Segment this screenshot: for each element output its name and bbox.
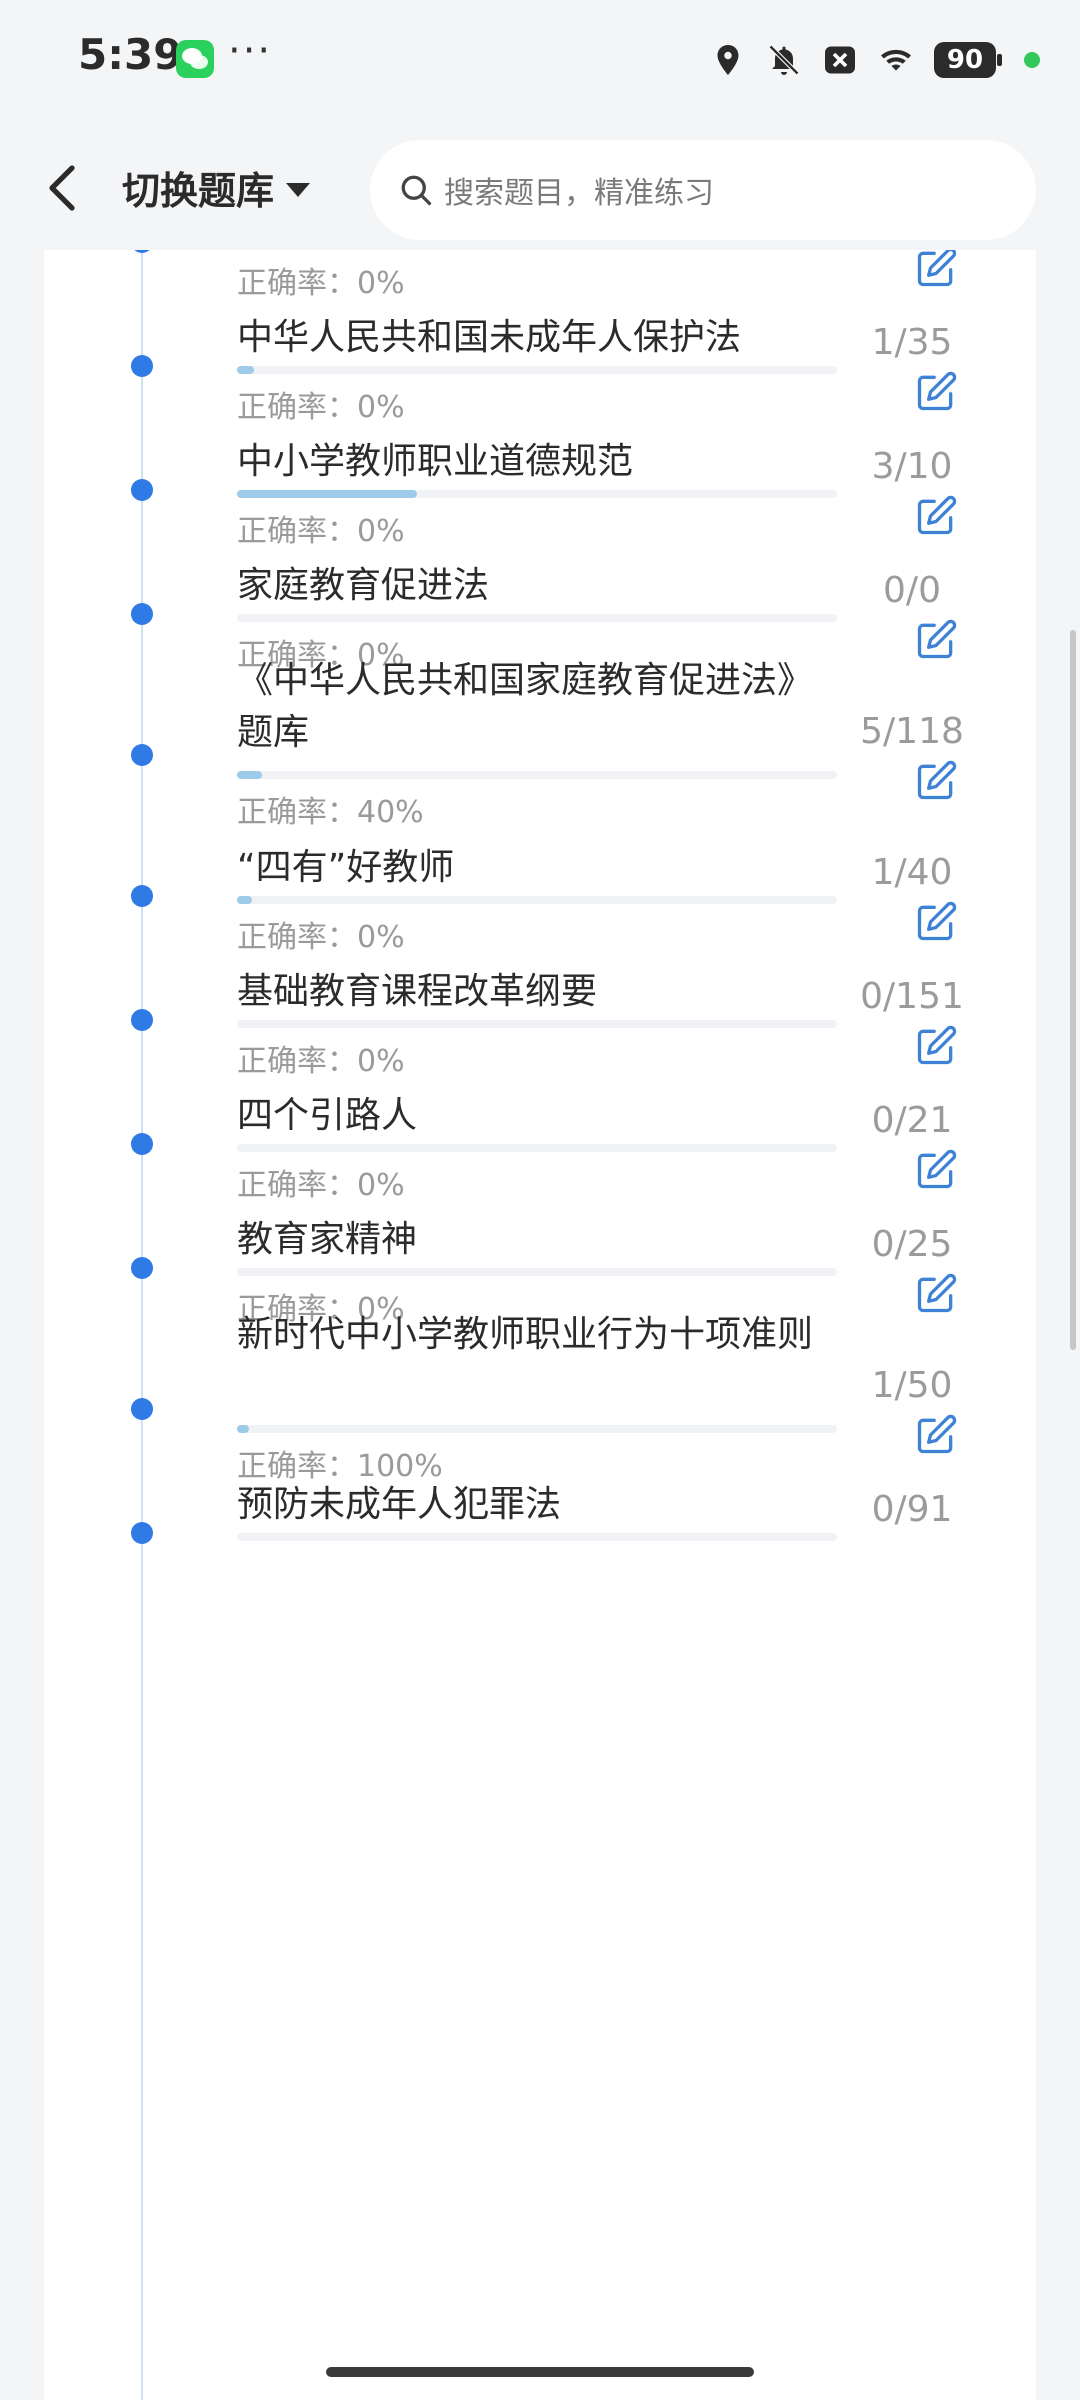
progress-track [237,896,837,904]
accuracy-rate: 正确率：0% [237,514,405,549]
chapter-title[interactable]: 基础教育课程改革纲要 [237,966,837,1018]
timeline-dot [131,1133,153,1155]
question-count: 0/21 [871,1100,953,1141]
chapter-list: 中华人民共和国教师法正确率：0%4/45中华人民共和国未成年人保护法正确率：0%… [44,250,1036,2400]
question-count: 0/151 [860,976,964,1017]
chapter-title[interactable]: 中华人民共和国未成年人保护法 [237,312,837,364]
progress-fill [237,366,255,374]
caret-down-icon [286,182,311,197]
mute-bell-icon [768,44,800,76]
progress-fill [237,1425,249,1433]
practice-edit-icon[interactable] [914,1272,958,1316]
practice-edit-icon[interactable] [914,618,958,662]
timeline-line [141,250,143,2400]
timeline-dot [131,1009,153,1031]
timeline-dot [131,885,153,907]
close-box-icon [825,46,855,74]
question-count: 1/35 [871,322,953,363]
progress-track [237,490,837,498]
practice-edit-icon[interactable] [914,370,958,414]
chapter-title[interactable]: 新时代中小学教师职业行为十项准则 [237,1309,837,1361]
practice-edit-icon[interactable] [914,1413,958,1457]
practice-edit-icon[interactable] [914,250,958,290]
timeline-dot [131,250,153,253]
home-indicator[interactable] [326,2367,754,2377]
chapter-title[interactable]: 中小学教师职业道德规范 [237,436,837,488]
more-notifications-icon: ··· [228,28,273,74]
practice-edit-icon[interactable] [914,1148,958,1192]
status-bar: 5:39 ··· 90 [0,0,1080,120]
timeline-dot [131,1522,153,1544]
chapter-title[interactable]: 家庭教育促进法 [237,560,837,612]
back-icon[interactable] [40,158,88,218]
practice-edit-icon[interactable] [914,900,958,944]
chapter-title[interactable]: 四个引路人 [237,1090,837,1142]
wechat-icon [176,40,214,78]
location-icon [717,45,739,75]
chapter-title[interactable]: 教育家精神 [237,1214,837,1266]
timeline-dot [131,355,153,377]
progress-track [237,1144,837,1152]
status-icons: 90 [710,36,1040,84]
progress-track [237,1533,837,1541]
question-count: 0/91 [871,1489,953,1530]
chapter-title[interactable]: 预防未成年人犯罪法 [237,1479,837,1531]
timeline-dot [131,744,153,766]
progress-track [237,1020,837,1028]
practice-edit-icon[interactable] [914,759,958,803]
question-count: 3/10 [871,446,953,487]
accuracy-rate: 正确率：0% [237,390,405,425]
accuracy-rate: 正确率：0% [237,1168,405,1203]
timeline-dot [131,479,153,501]
practice-edit-icon[interactable] [914,494,958,538]
progress-track [237,1268,837,1276]
switch-question-bank-button[interactable]: 切换题库 [122,160,311,215]
scrollbar[interactable] [1070,630,1076,1350]
search-placeholder: 搜索题目，精准练习 [444,176,714,211]
search-input[interactable]: 搜索题目，精准练习 [370,140,1036,240]
progress-track [237,1425,837,1433]
accuracy-rate: 正确率：0% [237,266,405,301]
chapter-title[interactable]: “四有”好教师 [237,842,837,894]
practice-edit-icon[interactable] [914,1024,958,1068]
progress-fill [237,490,417,498]
question-count: 0/0 [883,570,941,611]
top-bar: 切换题库 搜索题目，精准练习 [0,130,1080,250]
progress-fill [237,771,263,779]
switch-label: 切换题库 [122,169,275,213]
progress-fill [237,896,252,904]
accuracy-rate: 正确率：0% [237,920,405,955]
progress-track [237,366,837,374]
search-icon [401,175,432,206]
accuracy-rate: 正确率：0% [237,1044,405,1079]
question-count: 1/50 [871,1365,953,1406]
question-count: 5/118 [860,711,964,752]
chapter-title[interactable]: 《中华人民共和国家庭教育促进法》题库 [237,655,837,759]
accuracy-rate: 正确率：40% [237,795,424,830]
question-count: 0/25 [871,1224,953,1265]
progress-track [237,771,837,779]
timeline-dot [131,603,153,625]
wifi-icon [881,49,911,71]
timeline-dot [131,1398,153,1420]
progress-track [237,614,837,622]
status-time: 5:39 [78,30,183,79]
question-count: 1/40 [871,852,953,893]
recording-indicator [1024,52,1040,68]
timeline-dot [131,1257,153,1279]
battery-icon: 90 [934,42,1002,78]
